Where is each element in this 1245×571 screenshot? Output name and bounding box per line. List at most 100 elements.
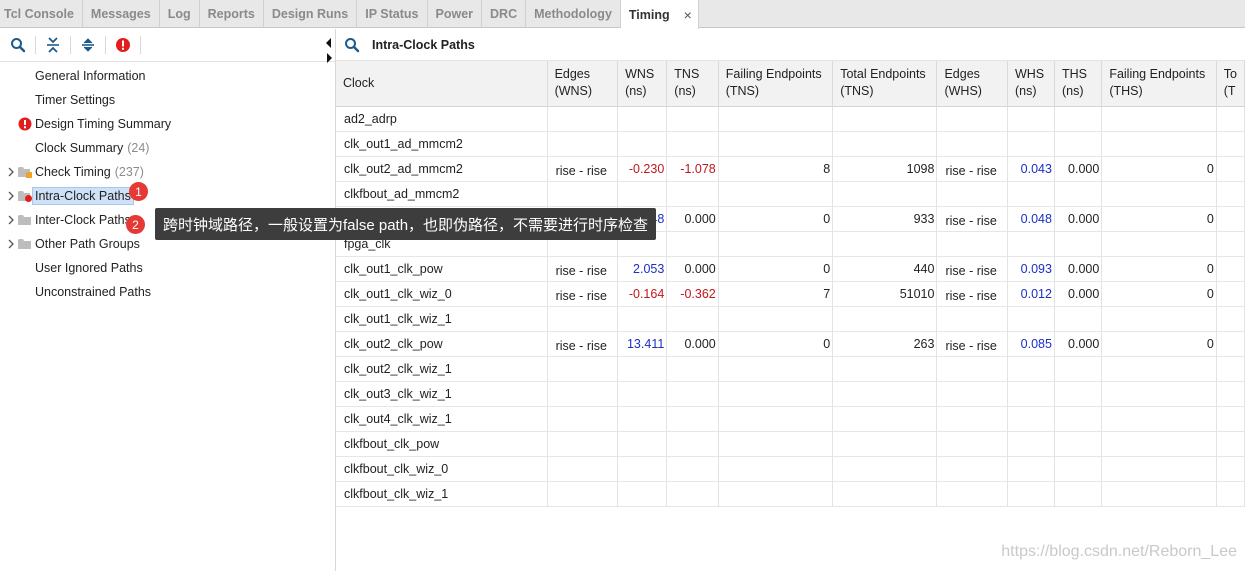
tab-messages[interactable]: Messages <box>83 0 160 27</box>
table-row[interactable]: clk_out1_clk_wiz_1 <box>336 306 1245 332</box>
tree-item-clock-summary[interactable]: Clock Summary (24) <box>0 136 335 160</box>
table-cell <box>1216 306 1245 332</box>
tree-item-general-information[interactable]: General Information <box>0 64 335 88</box>
tab-design-runs[interactable]: Design Runs <box>264 0 358 27</box>
table-cell: 263 <box>832 331 938 357</box>
panel-header: Intra-Clock Paths <box>336 29 1245 61</box>
column-header[interactable]: THS (ns) <box>1054 61 1103 107</box>
table-cell: 0.000 <box>1054 331 1103 357</box>
column-header-sublabel: (TNS) <box>725 84 760 99</box>
column-header[interactable]: Failing Endpoints (TNS) <box>718 61 834 107</box>
tab-bar: Tcl Console Messages Log Reports Design … <box>0 0 1245 29</box>
table-cell <box>1101 356 1217 382</box>
chevron-right-icon[interactable] <box>7 239 15 249</box>
column-header[interactable]: To (T <box>1216 61 1245 107</box>
tab-log[interactable]: Log <box>160 0 200 27</box>
table-cell: -0.230 <box>617 156 668 182</box>
chevron-right-icon <box>327 53 332 63</box>
collapse-all-button[interactable] <box>41 33 65 57</box>
tab-reports[interactable]: Reports <box>200 0 264 27</box>
table-cell <box>1101 131 1217 157</box>
table-row[interactable]: ad2_adrp <box>336 106 1245 132</box>
column-header[interactable]: TNS (ns) <box>666 61 719 107</box>
table-cell: rise - rise <box>936 156 1008 182</box>
table-row[interactable]: clk_out1_ad_mmcm2 <box>336 131 1245 157</box>
tree-item-design-timing-summary[interactable]: Design Timing Summary <box>0 112 335 136</box>
chevron-right-icon[interactable] <box>7 167 15 177</box>
column-header-label: WHS <box>1014 67 1045 82</box>
tab-drc[interactable]: DRC <box>482 0 527 27</box>
table-cell <box>1216 381 1245 407</box>
table-cell: clk_out2_clk_wiz_1 <box>336 356 548 382</box>
table-cell <box>936 306 1008 332</box>
table-cell <box>617 306 668 332</box>
table-cell <box>547 431 619 457</box>
tree-item-user-ignored-paths[interactable]: User Ignored Paths <box>0 256 335 280</box>
tree-item-label: Check Timing (237) <box>35 165 144 179</box>
column-header[interactable]: Edges (WNS) <box>547 61 619 107</box>
show-errors-button[interactable] <box>111 33 135 57</box>
expand-all-icon <box>82 38 94 52</box>
tree-item-check-timing[interactable]: Check Timing (237) <box>0 160 335 184</box>
search-icon[interactable] <box>344 37 360 53</box>
panel-collapse-arrows[interactable] <box>325 37 333 66</box>
tree-item-label: Clock Summary (24) <box>35 141 150 155</box>
table-cell <box>718 356 834 382</box>
column-header[interactable]: Total Endpoints (TNS) <box>832 61 938 107</box>
table-row[interactable]: clkfbout_clk_wiz_0 <box>336 456 1245 482</box>
table-cell: 0 <box>1101 206 1217 232</box>
table-cell <box>1007 306 1055 332</box>
table-row[interactable]: clkfbout_clk_wiz_1 <box>336 481 1245 507</box>
tab-methodology[interactable]: Methodology <box>526 0 621 27</box>
tree-item-intra-clock-paths[interactable]: Intra-Clock Paths <box>0 184 335 208</box>
table-cell <box>666 381 719 407</box>
table-cell: rise - rise <box>547 331 619 357</box>
chevron-right-icon[interactable] <box>7 191 15 201</box>
table-row[interactable]: clkfbout_clk_pow <box>336 431 1245 457</box>
expand-all-button[interactable] <box>76 33 100 57</box>
table-cell <box>936 106 1008 132</box>
table-row[interactable]: clkfbout_ad_mmcm2 <box>336 181 1245 207</box>
column-header[interactable]: WNS (ns) <box>617 61 668 107</box>
table-cell <box>547 356 619 382</box>
table-row[interactable]: clk_out1_clk_wiz_0 rise - rise -0.164 -0.36… <box>336 281 1245 307</box>
close-icon[interactable]: × <box>684 7 692 23</box>
column-header-sublabel: (WNS) <box>554 84 593 99</box>
toolbar-divider <box>105 36 106 54</box>
table-cell <box>547 131 619 157</box>
table-cell: clk_out1_ad_mmcm2 <box>336 131 548 157</box>
tree-item-timer-settings[interactable]: Timer Settings <box>0 88 335 112</box>
table-cell: ad2_adrp <box>336 106 548 132</box>
table-cell <box>936 381 1008 407</box>
annotation-tooltip: 跨时钟域路径，一般设置为false path，也即伪路径，不需要进行时序检查 <box>155 208 657 240</box>
tab-timing[interactable]: Timing × <box>620 0 699 29</box>
column-header[interactable]: Clock <box>336 61 548 107</box>
table-cell: 0 <box>718 256 834 282</box>
table-cell <box>666 481 719 507</box>
tab-power[interactable]: Power <box>428 0 483 27</box>
column-header[interactable]: Failing Endpoints (THS) <box>1101 61 1217 107</box>
tree-item-unconstrained-paths[interactable]: Unconstrained Paths <box>0 280 335 304</box>
table-row[interactable]: clk_out4_clk_wiz_1 <box>336 406 1245 432</box>
table-row[interactable]: clk_out1_clk_pow rise - rise 2.053 0.000 0 44… <box>336 256 1245 282</box>
table-cell: 0.043 <box>1007 156 1055 182</box>
table-cell <box>1216 231 1245 257</box>
folder-icon <box>18 213 32 227</box>
table-cell: 0.000 <box>666 331 719 357</box>
search-button[interactable] <box>6 33 30 57</box>
table-row[interactable]: clk_out3_clk_wiz_1 <box>336 381 1245 407</box>
table-cell: clk_out4_clk_wiz_1 <box>336 406 548 432</box>
tab-ip-status[interactable]: IP Status <box>357 0 428 27</box>
chevron-right-icon[interactable] <box>7 215 15 225</box>
column-header[interactable]: Edges (WHS) <box>936 61 1008 107</box>
table-row[interactable]: clk_out2_clk_wiz_1 <box>336 356 1245 382</box>
table-cell: 0.000 <box>666 256 719 282</box>
table-row[interactable]: clk_out2_ad_mmcm2 rise - rise -0.230 -1.078… <box>336 156 1245 182</box>
column-header[interactable]: WHS (ns) <box>1007 61 1055 107</box>
tree-item-label: Design Timing Summary <box>35 117 172 131</box>
table-cell <box>1101 181 1217 207</box>
table-row[interactable]: clk_out2_clk_pow rise - rise 13.411 0.000 0 2… <box>336 331 1245 357</box>
table-cell <box>1007 356 1055 382</box>
table-cell <box>617 456 668 482</box>
tab-tcl-console[interactable]: Tcl Console <box>0 0 83 27</box>
